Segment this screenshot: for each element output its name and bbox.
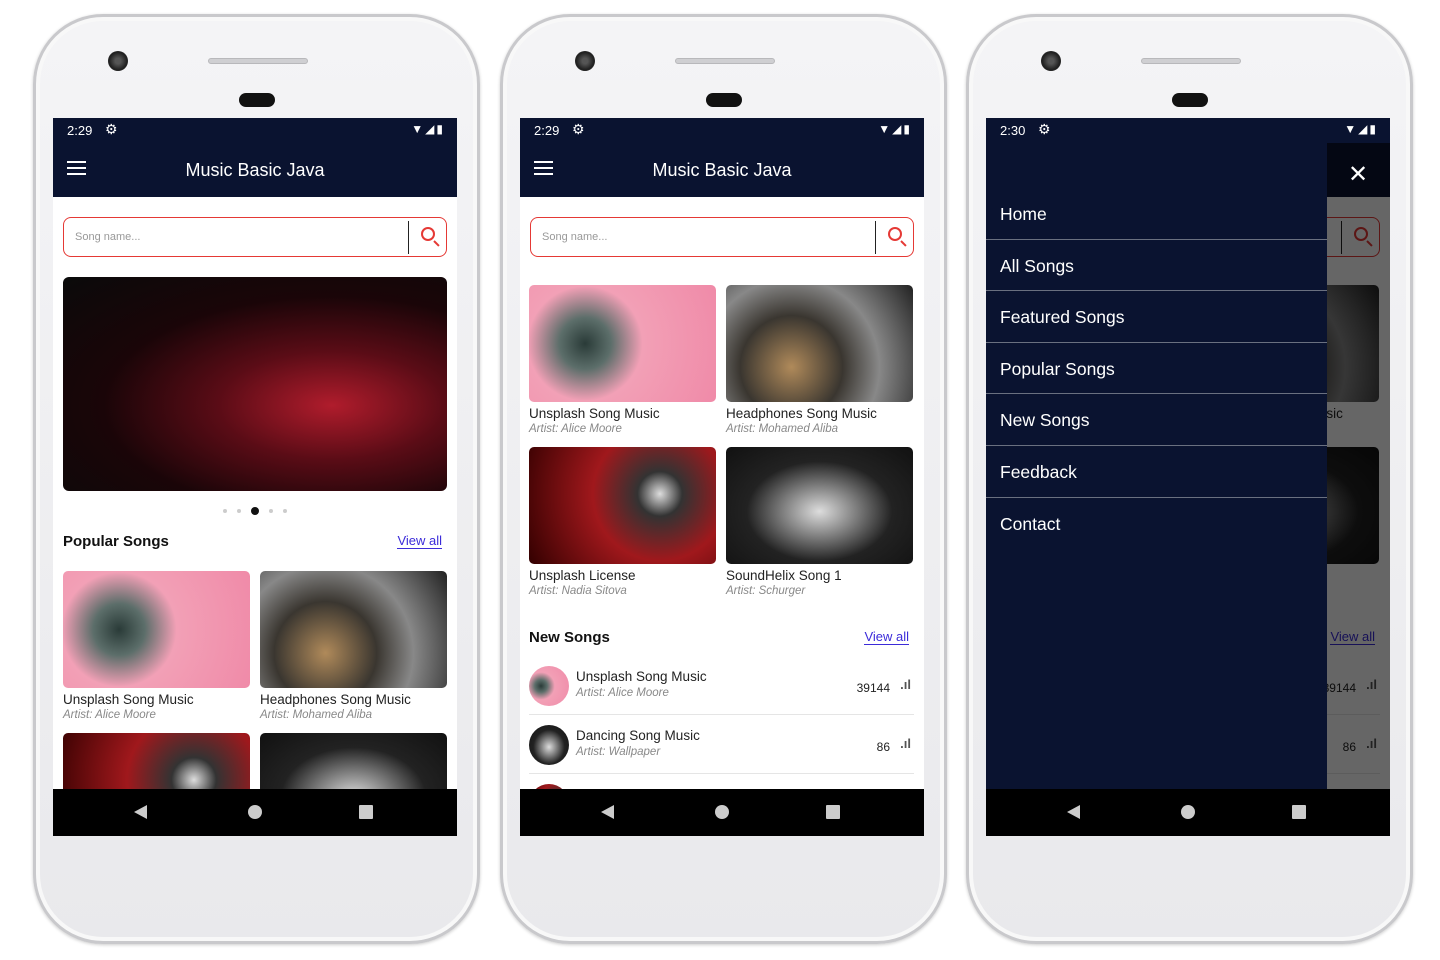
song-card[interactable]: Headphones Song Music Artist: Mohamed Ali…	[726, 285, 913, 435]
back-icon[interactable]	[134, 805, 147, 819]
wifi-signal-battery-icon: ▼◢▮	[878, 122, 912, 136]
speaker	[208, 58, 308, 64]
back-icon[interactable]	[1067, 805, 1080, 819]
drawer-item-all-songs[interactable]: All Songs	[986, 240, 1327, 292]
status-bar: 2:29 ⚙ ▼◢▮	[53, 118, 457, 143]
search-icon[interactable]	[421, 227, 435, 241]
screen: 2:29 ⚙ ▼◢▮ Music Basic Java Song name... P…	[53, 118, 457, 836]
carousel-dots	[53, 502, 457, 520]
home-icon[interactable]	[1181, 805, 1195, 819]
drawer-item-feedback[interactable]: Feedback	[986, 446, 1327, 498]
app-title: Music Basic Java	[652, 160, 792, 180]
app-bar: Music Basic Java	[520, 143, 924, 197]
list-item[interactable]: Dancing Song Music Artist: Wallpaper 86 .ıl	[529, 715, 914, 774]
wifi-signal-battery-icon: ▼◢▮	[411, 122, 445, 136]
nav-bar	[53, 789, 457, 836]
song-card[interactable]: Unsplash License Artist: Nadia Sitova	[529, 447, 716, 597]
recents-icon[interactable]	[359, 805, 373, 819]
home-icon[interactable]	[248, 805, 262, 819]
clock: 2:29	[67, 123, 93, 138]
search-input[interactable]: Song name...	[530, 217, 914, 257]
section-title: Popular Songs	[63, 533, 169, 550]
list-item[interactable]: Unsplash Song Music Artist: Alice Moore 39…	[529, 656, 914, 715]
drawer-item-home[interactable]: Home	[986, 188, 1327, 240]
search-placeholder: Song name...	[75, 231, 141, 243]
divider	[408, 221, 409, 254]
drawer-item-popular-songs[interactable]: Popular Songs	[986, 343, 1327, 395]
recents-icon[interactable]	[1292, 805, 1306, 819]
carousel-banner[interactable]	[63, 277, 447, 491]
drawer-item-new-songs[interactable]: New Songs	[986, 394, 1327, 446]
nav-drawer: Home All Songs Featured Songs Popular So…	[986, 143, 1327, 789]
drawer-item-contact[interactable]: Contact	[986, 498, 1327, 550]
status-bar: 2:30 ⚙ ▼◢▮	[986, 118, 1390, 143]
camera	[108, 51, 128, 71]
drawer-item-featured-songs[interactable]: Featured Songs	[986, 291, 1327, 343]
app-bar: Music Basic Java	[53, 143, 457, 197]
chart-bars-icon: .ıl	[900, 677, 911, 692]
view-all-link[interactable]: View all	[397, 533, 442, 549]
wifi-signal-battery-icon: ▼◢▮	[1344, 122, 1378, 136]
gear-icon: ⚙	[105, 121, 118, 137]
nav-bar	[520, 789, 924, 836]
song-card[interactable]: SoundHelix Song 1 Artist: Schurger	[726, 447, 913, 597]
chart-bars-icon: .ıl	[900, 736, 911, 751]
section-title: New Songs	[529, 629, 610, 646]
phone-featured: 2:29 ⚙ ▼◢▮ Music Basic Java Song name... U…	[500, 14, 947, 944]
status-bar: 2:29 ⚙ ▼◢▮	[520, 118, 924, 143]
home-icon[interactable]	[715, 805, 729, 819]
clock: 2:29	[534, 123, 560, 138]
back-icon[interactable]	[601, 805, 614, 819]
sensor	[239, 93, 275, 107]
song-card[interactable]: Unsplash Song Music Artist: Alice Moore	[529, 285, 716, 435]
recents-icon[interactable]	[826, 805, 840, 819]
gear-icon: ⚙	[572, 121, 585, 137]
app-title: Music Basic Java	[185, 160, 325, 180]
song-card[interactable]: Headphones Song Music Artist: Mohamed Ali…	[260, 571, 447, 721]
search-icon[interactable]	[888, 227, 902, 241]
screen: 2:29 ⚙ ▼◢▮ Music Basic Java Song name... U…	[520, 118, 924, 836]
clock: 2:30	[1000, 123, 1026, 138]
gear-icon: ⚙	[1038, 121, 1051, 137]
song-card[interactable]: Unsplash Song Music Artist: Alice Moore	[63, 571, 250, 721]
screen: 2:30⚙▼◢▮ Headphones Song Music View all …	[986, 118, 1390, 836]
view-all-link[interactable]: View all	[864, 629, 909, 645]
search-input[interactable]: Song name...	[63, 217, 447, 257]
nav-bar	[986, 789, 1390, 836]
phone-home: 2:29 ⚙ ▼◢▮ Music Basic Java Song name... P…	[33, 14, 480, 944]
phone-drawer: 2:30⚙▼◢▮ Headphones Song Music View all …	[966, 14, 1413, 944]
close-icon[interactable]: ✕	[1348, 160, 1368, 189]
